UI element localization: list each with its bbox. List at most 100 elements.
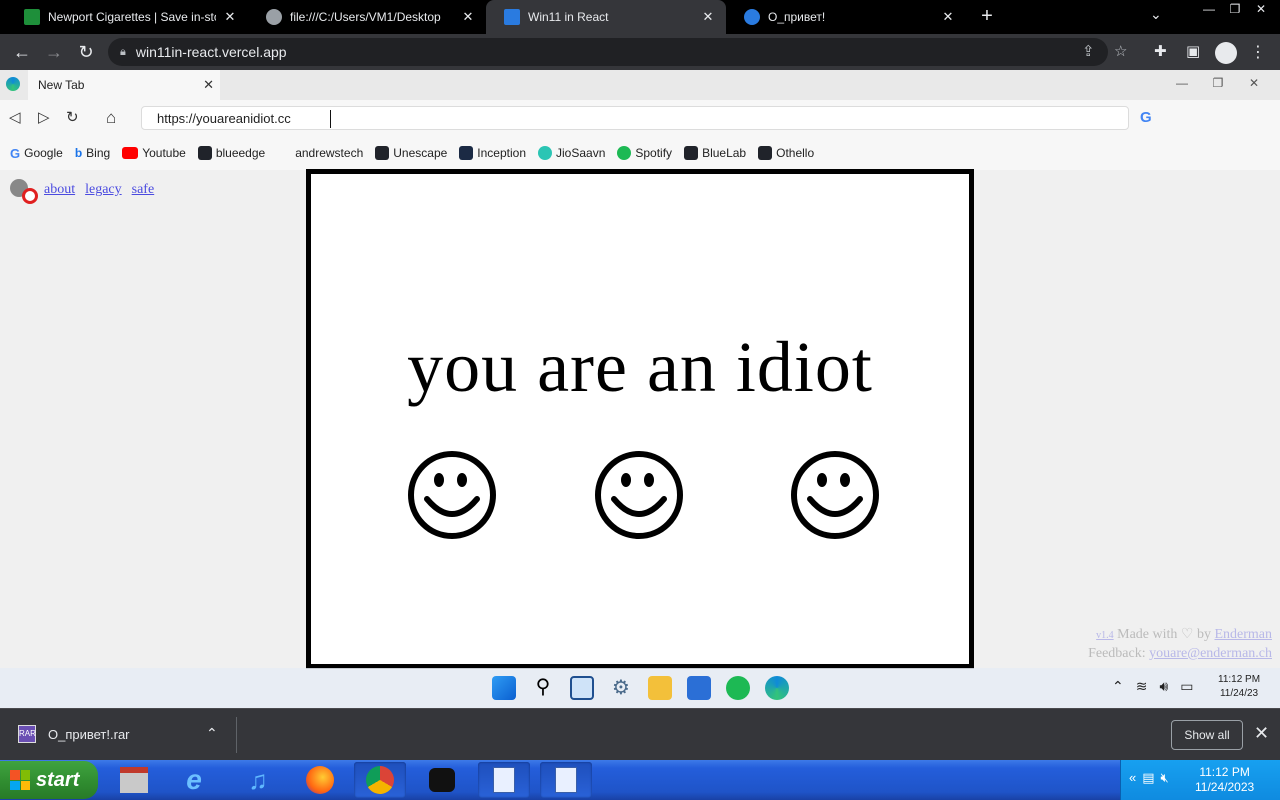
download-item[interactable]: RAR О_привет!.rar [18, 725, 130, 743]
edge-favicon-icon [744, 9, 760, 25]
tab-newport[interactable]: Newport Cigarettes | Save in-store w ✕ [6, 0, 248, 34]
feedback-email-link[interactable]: youare@enderman.ch [1149, 646, 1272, 661]
bookmark-andrewstech[interactable]: andrewstech [295, 146, 363, 160]
spotify-icon[interactable] [726, 676, 750, 700]
bookmark-bing[interactable]: b Bing [75, 146, 110, 160]
forward-triangle-icon[interactable]: ▷ [38, 108, 50, 126]
close-icon[interactable]: ✕ [940, 9, 956, 25]
start-button[interactable]: start [0, 761, 98, 799]
xp-app-store[interactable] [108, 762, 160, 798]
back-triangle-icon[interactable]: ◁ [9, 108, 21, 126]
youtube-icon [122, 147, 139, 159]
xp-app-chrome[interactable] [354, 762, 406, 798]
version-link[interactable]: v1.4 [1096, 630, 1114, 641]
idiot-message: you are an idiot [407, 327, 873, 407]
bookmark-star-icon[interactable]: ☆ [1114, 42, 1127, 60]
start-label: start [36, 768, 80, 791]
notepad-icon [493, 767, 515, 793]
xp-app-firefox[interactable] [294, 762, 346, 798]
edge-icon[interactable] [765, 676, 789, 700]
chevron-up-icon[interactable]: ⌃ [206, 725, 218, 742]
extensions-puzzle-icon[interactable]: ✚ [1154, 42, 1167, 60]
volume-muted-icon[interactable]: 🔇︎ [1161, 770, 1169, 786]
bookmark-bluelab[interactable]: BlueLab [684, 146, 746, 160]
tab-privet[interactable]: О_привет! ✕ [726, 0, 966, 34]
close-download-bar-icon[interactable]: ✕ [1254, 723, 1269, 744]
menu-kebab-icon[interactable]: ⋮ [1250, 42, 1266, 62]
edge-window-controls: — ❐ ✕ [1164, 76, 1272, 90]
close-icon[interactable]: ✕ [460, 9, 476, 25]
xp-app-notepad-1[interactable] [478, 762, 530, 798]
react-icon [375, 146, 390, 160]
edge-tab-new-tab[interactable]: New Tab ✕ [28, 70, 220, 100]
widgets-icon[interactable] [570, 676, 594, 700]
back-button[interactable]: ← [10, 40, 34, 64]
close-window-button[interactable]: ✕ [1248, 0, 1274, 18]
bookmark-unescape[interactable]: Unescape [375, 146, 447, 160]
close-icon[interactable]: ✕ [700, 9, 716, 25]
page-links: about legacy safe [8, 176, 158, 204]
omnibox[interactable]: 🔒︎ win11in-react.vercel.app [108, 38, 1108, 66]
xp-app-dark[interactable] [416, 762, 468, 798]
you-are-an-idiot-window[interactable]: you are an idiot [306, 169, 974, 669]
search-icon[interactable]: ⚲ [531, 676, 555, 700]
close-icon[interactable]: ✕ [203, 77, 214, 93]
bookmark-spotify[interactable]: Spotify [617, 146, 672, 160]
network-icon[interactable]: ▤ [1142, 770, 1154, 786]
wifi-icon[interactable]: ≋ [1136, 678, 1148, 695]
share-icon[interactable]: ⇪ [1082, 42, 1095, 60]
bookmark-inception[interactable]: Inception [459, 146, 526, 160]
tray-expand-icon[interactable]: « [1129, 770, 1136, 786]
restore-button[interactable]: ❐ [1222, 0, 1248, 18]
bookmark-othello[interactable]: Othello [758, 146, 814, 160]
edge-address-bar[interactable]: https://youareanidiot.cc [141, 106, 1129, 130]
new-tab-button[interactable]: + [976, 6, 998, 28]
heart-icon: ♡ [1180, 627, 1194, 642]
xp-clock[interactable]: 11:12 PM 11/24/2023 [1195, 765, 1254, 795]
forward-button[interactable]: → [42, 40, 66, 64]
about-link[interactable]: about [44, 182, 75, 198]
safe-link[interactable]: safe [132, 182, 155, 198]
file-explorer-icon[interactable] [648, 676, 672, 700]
windows-start-icon[interactable] [492, 676, 516, 700]
lock-icon[interactable]: 🔒︎ [120, 46, 126, 59]
author-link[interactable]: Enderman [1214, 627, 1272, 642]
globe-icon [266, 9, 282, 25]
win11-clock[interactable]: 11:12 PM 11/24/23 [1218, 673, 1260, 701]
side-panel-icon[interactable]: ▣ [1186, 42, 1200, 60]
bookmark-blueedge[interactable]: blueedge [197, 146, 265, 160]
reload-icon[interactable]: ↻ [66, 108, 79, 126]
tab-search-chevron-icon[interactable]: ⌄ [1150, 6, 1162, 23]
edge-address-text: https://youareanidiot.cc [157, 110, 291, 126]
download-filename: О_привет!.rar [48, 726, 130, 742]
settings-gear-icon[interactable]: ⚙ [609, 676, 633, 700]
edge-tab-title: New Tab [38, 78, 85, 92]
home-icon[interactable]: ⌂ [106, 108, 116, 128]
xp-taskbar: start e ♫ « ▤ 🔇︎ 11:12 PM 11/24/2023 [0, 760, 1280, 800]
edge-maximize-button[interactable]: ❐ [1200, 76, 1236, 90]
bookmark-google[interactable]: G Google [10, 146, 63, 161]
bookmark-youtube[interactable]: Youtube [122, 146, 186, 160]
volume-icon[interactable]: 🔊︎ [1159, 678, 1168, 695]
xp-app-music[interactable]: ♫ [232, 762, 284, 798]
close-icon[interactable]: ✕ [222, 9, 238, 25]
tab-win11-react[interactable]: Win11 in React ✕ [486, 0, 726, 34]
tab-file-desktop[interactable]: file:///C:/Users/VM1/Desktop ✕ [248, 0, 486, 34]
sound-muted-icon[interactable] [8, 176, 38, 204]
legacy-link[interactable]: legacy [85, 182, 122, 198]
battery-icon[interactable]: ▭ [1180, 678, 1193, 695]
bing-icon: b [74, 146, 83, 160]
bookmark-jiosaavn[interactable]: JioSaavn [538, 146, 605, 160]
chevron-up-icon[interactable]: ⌃ [1112, 678, 1124, 695]
react-icon [684, 146, 699, 160]
store-icon[interactable] [687, 676, 711, 700]
xp-app-notepad-2[interactable] [540, 762, 592, 798]
reload-button[interactable]: ↻ [74, 40, 98, 64]
minimize-button[interactable]: — [1196, 0, 1222, 18]
profile-avatar[interactable] [1215, 42, 1237, 64]
xp-app-ie[interactable]: e [168, 762, 220, 798]
show-all-button[interactable]: Show all [1171, 720, 1243, 750]
edge-close-button[interactable]: ✕ [1236, 76, 1272, 90]
google-search-icon[interactable]: G [1140, 109, 1152, 126]
edge-minimize-button[interactable]: — [1164, 76, 1200, 90]
